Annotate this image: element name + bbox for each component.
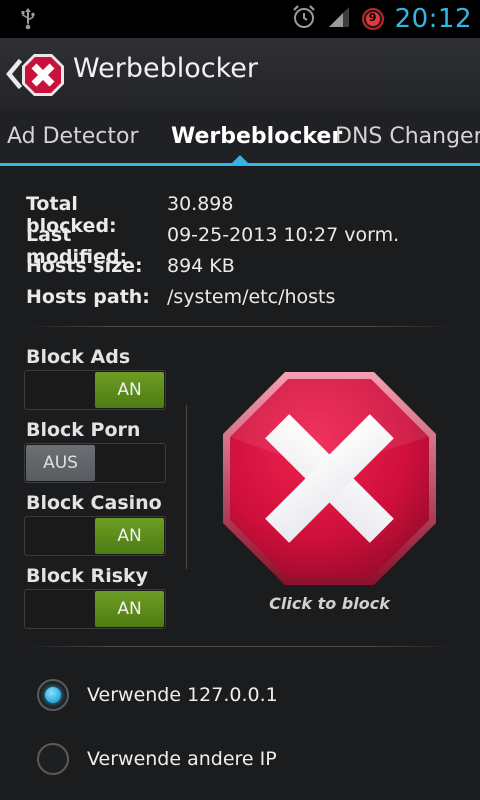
block-button-caption: Click to block [269, 594, 390, 613]
info-row-hosts-size: Hosts size: 894 KB [26, 255, 235, 277]
notification-count: 9 [368, 11, 377, 24]
toggle-block-ads[interactable]: AN [24, 370, 166, 410]
radio-use-other-ip[interactable]: Verwende andere IP [37, 743, 277, 775]
toggle-label-block-casino: Block Casino [26, 492, 162, 514]
toggle-thumb: AN [95, 372, 164, 408]
tab-werbeblocker[interactable]: Werbeblocker [171, 124, 342, 149]
divider [24, 326, 456, 327]
signal-icon [327, 5, 351, 33]
toggle-label-block-risky: Block Risky [26, 565, 149, 587]
info-key: Hosts size: [26, 255, 143, 277]
page-title: Werbeblocker [73, 53, 258, 84]
tab-dns-changer[interactable]: DNS Changer [335, 124, 480, 149]
toggle-block-casino[interactable]: AN [24, 516, 166, 556]
info-row-hosts-path: Hosts path: /system/etc/hosts [26, 286, 335, 308]
info-value: /system/etc/hosts [167, 286, 336, 308]
tab-underline [0, 163, 480, 166]
toggle-label-block-porn: Block Porn [26, 419, 141, 441]
radio-button-unchecked[interactable] [37, 743, 69, 775]
notification-badge-icon: 9 [361, 7, 385, 31]
app-logo-icon[interactable] [20, 52, 66, 102]
toggle-label-block-ads: Block Ads [26, 346, 131, 368]
stop-sign-x-icon [223, 372, 436, 585]
status-bar: 9 20:12 [0, 0, 480, 38]
alarm-icon [291, 4, 317, 34]
toggle-thumb: AUS [26, 445, 95, 481]
radio-button-checked[interactable] [37, 679, 69, 711]
radio-use-localhost[interactable]: Verwende 127.0.0.1 [37, 679, 278, 711]
info-value: 894 KB [167, 255, 235, 277]
usb-icon [18, 7, 38, 35]
toggle-block-porn[interactable]: AUS [24, 443, 166, 483]
info-key: Hosts path: [26, 286, 150, 308]
toggle-block-risky[interactable]: AN [24, 589, 166, 629]
vertical-divider [186, 405, 187, 569]
radio-label: Verwende andere IP [87, 748, 277, 770]
toggle-thumb: AN [95, 591, 164, 627]
tab-bar: Ad Detector Werbeblocker DNS Changer [0, 110, 480, 166]
active-tab-indicator [232, 155, 248, 163]
divider [24, 646, 456, 647]
block-button[interactable] [221, 370, 438, 587]
action-bar: Werbeblocker [0, 38, 480, 111]
tab-ad-detector[interactable]: Ad Detector [7, 124, 138, 149]
radio-label: Verwende 127.0.0.1 [87, 684, 278, 706]
status-time: 20:12 [394, 4, 472, 34]
toggle-thumb: AN [95, 518, 164, 554]
